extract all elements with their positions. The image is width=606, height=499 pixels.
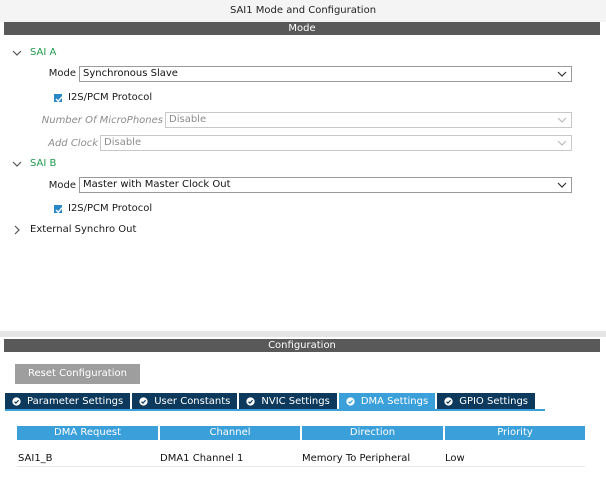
select-value: Synchronous Slave xyxy=(83,68,178,79)
configuration-tabs: Parameter Settings User Constants NVIC S… xyxy=(5,393,537,409)
tab-label: GPIO Settings xyxy=(459,395,528,407)
chevron-down-icon xyxy=(12,159,22,169)
sai-a-mode-label: Mode xyxy=(48,68,76,79)
checkbox-label: I2S/PCM Protocol xyxy=(68,203,153,214)
select-value: Disable xyxy=(104,137,142,148)
chevron-down-icon xyxy=(557,138,567,148)
select-value: Disable xyxy=(169,114,207,125)
tab-parameter-settings[interactable]: Parameter Settings xyxy=(5,393,131,409)
microphones-label: Number Of MicroPhones xyxy=(41,115,163,126)
table-cell-channel: DMA1 Channel 1 xyxy=(160,453,244,464)
tree-node-sai-a[interactable]: SAI A xyxy=(12,47,56,58)
add-clock-select: Disable xyxy=(100,135,572,151)
sai-a-mode-select[interactable]: Synchronous Slave xyxy=(79,66,572,82)
chevron-down-icon xyxy=(557,115,567,125)
tab-underline xyxy=(5,409,545,411)
table-cell-direction: Memory To Peripheral xyxy=(302,453,411,464)
sai-b-mode-select[interactable]: Master with Master Clock Out xyxy=(79,177,572,193)
microphones-select: Disable xyxy=(165,112,572,128)
column-header-priority[interactable]: Priority xyxy=(445,426,585,440)
chevron-down-icon xyxy=(557,69,567,79)
tree-node-label: SAI A xyxy=(30,47,57,58)
checkbox-checked-icon xyxy=(54,93,63,102)
tab-label: DMA Settings xyxy=(360,395,429,407)
checkbox-checked-icon xyxy=(54,204,63,213)
check-circle-icon xyxy=(139,396,148,406)
panel-divider[interactable] xyxy=(0,331,606,337)
column-header-channel[interactable]: Channel xyxy=(160,426,300,440)
sai-b-mode-label: Mode xyxy=(48,180,76,191)
chevron-down-icon xyxy=(12,48,22,58)
table-cell-dma-request: SAI1_B xyxy=(18,453,53,464)
mode-section-header: Mode xyxy=(4,22,600,35)
tab-label: User Constants xyxy=(154,395,231,407)
reset-configuration-button[interactable]: Reset Configuration xyxy=(15,364,140,384)
check-circle-icon xyxy=(246,396,256,406)
tab-label: Parameter Settings xyxy=(27,395,124,407)
tree-node-label: External Synchro Out xyxy=(30,224,137,235)
configuration-section-header: Configuration xyxy=(4,339,600,352)
tree-node-sai-b[interactable]: SAI B xyxy=(12,158,56,169)
table-cell-priority: Low xyxy=(445,453,465,464)
tab-dma-settings[interactable]: DMA Settings xyxy=(338,393,436,409)
window-title: SAI1 Mode and Configuration xyxy=(0,0,606,22)
sai-a-protocol-checkbox[interactable]: I2S/PCM Protocol xyxy=(54,92,152,103)
checkbox-label: I2S/PCM Protocol xyxy=(68,92,153,103)
select-value: Master with Master Clock Out xyxy=(83,179,231,190)
chevron-right-icon xyxy=(12,225,22,235)
tab-nvic-settings[interactable]: NVIC Settings xyxy=(239,393,337,409)
column-header-direction[interactable]: Direction xyxy=(302,426,443,440)
tab-gpio-settings[interactable]: GPIO Settings xyxy=(437,393,535,409)
check-circle-icon xyxy=(12,396,21,406)
sai-b-protocol-checkbox[interactable]: I2S/PCM Protocol xyxy=(54,203,152,214)
chevron-down-icon xyxy=(557,180,567,190)
check-circle-icon xyxy=(346,396,355,406)
tab-user-constants[interactable]: User Constants xyxy=(132,393,238,409)
tree-node-external-synchro[interactable]: External Synchro Out xyxy=(12,224,136,235)
tree-node-label: SAI B xyxy=(30,158,57,169)
add-clock-label: Add Clock xyxy=(48,138,98,149)
tab-label: NVIC Settings xyxy=(261,395,330,407)
column-header-dma-request[interactable]: DMA Request xyxy=(17,426,158,440)
check-circle-icon xyxy=(444,396,453,406)
